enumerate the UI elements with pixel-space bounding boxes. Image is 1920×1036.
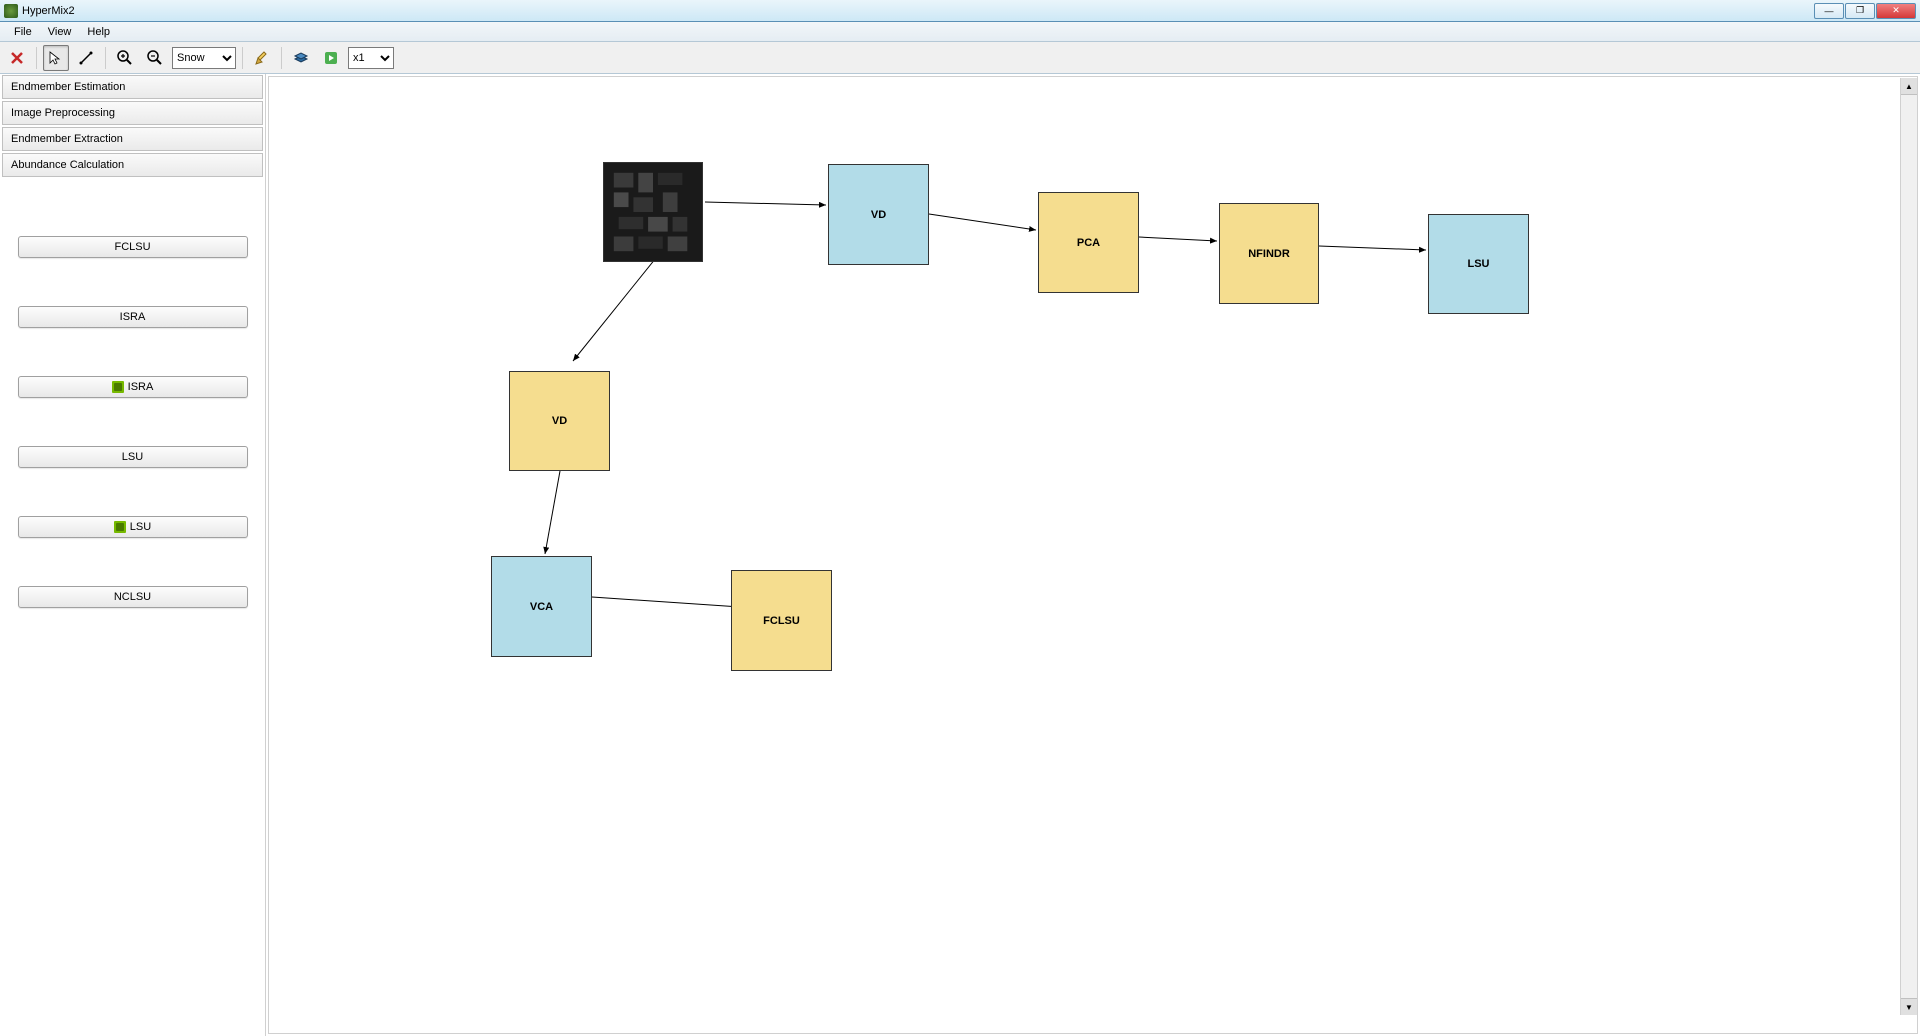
algo-label: ISRA — [128, 381, 154, 393]
zoom-in-tool[interactable] — [112, 45, 138, 71]
cursor-icon — [48, 50, 64, 66]
algo-nclsu[interactable]: NCLSU — [18, 586, 248, 608]
gpu-icon — [114, 521, 126, 533]
algo-label: NCLSU — [114, 591, 151, 603]
delete-tool[interactable] — [4, 45, 30, 71]
node-image[interactable] — [603, 162, 703, 262]
menu-view[interactable]: View — [40, 24, 80, 40]
play-icon — [324, 51, 338, 65]
algo-label: LSU — [130, 521, 151, 533]
node-label: LSU — [1468, 258, 1490, 270]
gpu-icon — [112, 381, 124, 393]
separator — [36, 47, 37, 69]
window-buttons: — ❐ ✕ — [1813, 3, 1916, 19]
accordion-image-preprocessing[interactable]: Image Preprocessing — [2, 101, 263, 125]
theme-select[interactable]: Snow — [172, 47, 236, 69]
window-title: HyperMix2 — [22, 5, 1813, 17]
algo-isra[interactable]: ISRA — [18, 306, 248, 328]
algo-isra-gpu[interactable]: ISRA — [18, 376, 248, 398]
accordion-endmember-extraction[interactable]: Endmember Extraction — [2, 127, 263, 151]
line-icon — [78, 50, 94, 66]
algo-lsu[interactable]: LSU — [18, 446, 248, 468]
separator — [281, 47, 282, 69]
menubar: File View Help — [0, 22, 1920, 42]
separator — [105, 47, 106, 69]
maximize-button[interactable]: ❐ — [1845, 3, 1875, 19]
node-vd-yellow[interactable]: VD — [509, 371, 610, 471]
sidebar-content: FCLSU ISRA ISRA LSU LSU NCLSU — [0, 178, 265, 1036]
algo-lsu-gpu[interactable]: LSU — [18, 516, 248, 538]
canvas[interactable]: VD PCA NFINDR LSU VD VCA FCLSU — [270, 78, 1899, 1015]
node-fclsu[interactable]: FCLSU — [731, 570, 832, 671]
algo-label: FCLSU — [114, 241, 150, 253]
menu-help[interactable]: Help — [79, 24, 118, 40]
zoom-select[interactable]: x1 — [348, 47, 394, 69]
node-vca[interactable]: VCA — [491, 556, 592, 657]
run-tool[interactable] — [318, 45, 344, 71]
node-lsu[interactable]: LSU — [1428, 214, 1529, 314]
x-icon — [9, 50, 25, 66]
algo-label: ISRA — [120, 311, 146, 323]
node-pca[interactable]: PCA — [1038, 192, 1139, 293]
node-nfindr[interactable]: NFINDR — [1219, 203, 1319, 304]
vertical-scrollbar[interactable]: ▲ ▼ — [1900, 78, 1917, 1015]
node-vd-blue[interactable]: VD — [828, 164, 929, 265]
node-label: VCA — [530, 601, 553, 613]
connect-tool[interactable] — [73, 45, 99, 71]
clean-tool[interactable] — [249, 45, 275, 71]
separator — [242, 47, 243, 69]
algo-fclsu[interactable]: FCLSU — [18, 236, 248, 258]
canvas-container: VD PCA NFINDR LSU VD VCA FCLSU ▲ ▼ — [268, 76, 1918, 1034]
accordion-abundance-calculation[interactable]: Abundance Calculation — [2, 153, 263, 177]
main-area: Endmember Estimation Image Preprocessing… — [0, 74, 1920, 1036]
node-label: VD — [552, 415, 567, 427]
sidebar: Endmember Estimation Image Preprocessing… — [0, 74, 266, 1036]
minimize-button[interactable]: — — [1814, 3, 1844, 19]
broom-icon — [254, 50, 270, 66]
accordion-endmember-estimation[interactable]: Endmember Estimation — [2, 75, 263, 99]
close-button[interactable]: ✕ — [1876, 3, 1916, 19]
algo-label: LSU — [122, 451, 143, 463]
node-label: PCA — [1077, 237, 1100, 249]
node-label: FCLSU — [763, 615, 800, 627]
image-stack-icon — [292, 49, 310, 67]
pointer-tool[interactable] — [43, 45, 69, 71]
menu-file[interactable]: File — [6, 24, 40, 40]
load-image-tool[interactable] — [288, 45, 314, 71]
zoom-out-icon — [146, 49, 164, 67]
zoom-out-tool[interactable] — [142, 45, 168, 71]
node-label: VD — [871, 209, 886, 221]
app-icon — [4, 4, 18, 18]
hyperspectral-image-icon — [604, 163, 702, 261]
toolbar: Snow x1 — [0, 42, 1920, 74]
titlebar: HyperMix2 — ❐ ✕ — [0, 0, 1920, 22]
scroll-up-arrow[interactable]: ▲ — [1901, 78, 1917, 95]
scroll-down-arrow[interactable]: ▼ — [1901, 998, 1917, 1015]
zoom-in-icon — [116, 49, 134, 67]
node-label: NFINDR — [1248, 248, 1290, 260]
